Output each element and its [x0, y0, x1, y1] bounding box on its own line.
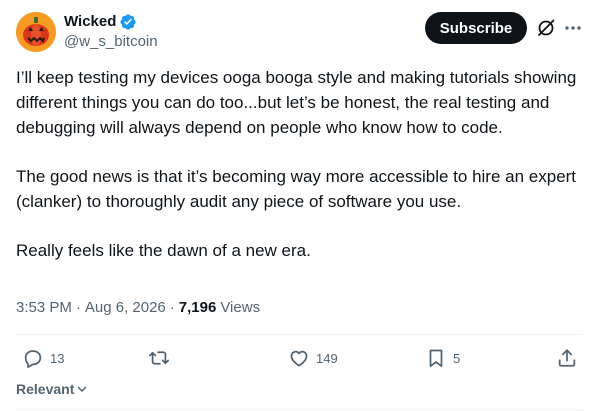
- display-name[interactable]: Wicked: [64, 12, 116, 32]
- author-handle[interactable]: @w_s_bitcoin: [64, 32, 158, 52]
- bookmark-button[interactable]: 5: [425, 345, 460, 371]
- post-date[interactable]: Aug 6, 2026: [85, 296, 166, 320]
- post-meta: 3:53 PM · Aug 6, 2026 · 7,196 Views: [16, 296, 260, 320]
- meta-separator: ·: [75, 299, 81, 316]
- author-name-row: Wicked: [64, 12, 137, 32]
- repost-button[interactable]: [148, 345, 170, 371]
- post-paragraph: The good news is that it’s becoming way …: [16, 167, 577, 211]
- sort-label: Relevant: [16, 381, 75, 397]
- heart-icon: [290, 350, 308, 367]
- like-button[interactable]: 149: [288, 345, 338, 371]
- chevron-down-icon: [78, 386, 87, 392]
- pumpkin-avatar-icon: [16, 12, 56, 52]
- like-count: 149: [316, 350, 338, 366]
- share-button[interactable]: [556, 345, 578, 371]
- post-text: I’ll keep testing my devices ooga booga …: [16, 65, 582, 263]
- views-count: 7,196: [178, 299, 217, 316]
- avatar[interactable]: [16, 12, 56, 52]
- verified-badge-icon: [119, 13, 137, 31]
- share-icon: [558, 349, 576, 367]
- bookmark-count: 5: [453, 350, 461, 366]
- reply-count: 13: [50, 350, 65, 366]
- divider: [16, 334, 582, 335]
- bookmark-icon: [429, 349, 443, 367]
- repost-icon: [148, 351, 170, 365]
- subscribe-button[interactable]: Subscribe: [425, 12, 527, 44]
- views-label: Views: [220, 299, 261, 316]
- sort-dropdown[interactable]: Relevant: [16, 379, 88, 399]
- reply-button[interactable]: 13: [22, 345, 64, 371]
- post-paragraph: I’ll keep testing my devices ooga booga …: [16, 68, 577, 137]
- slashed-circle-icon[interactable]: [535, 17, 557, 39]
- action-bar: 13 149 5: [0, 345, 598, 371]
- more-dots-icon[interactable]: [562, 17, 584, 39]
- meta-separator: ·: [169, 299, 175, 316]
- post-time[interactable]: 3:53 PM: [16, 296, 72, 320]
- post-paragraph: Really feels like the dawn of a new era.: [16, 241, 311, 260]
- reply-icon: [24, 350, 42, 368]
- post-card: Wicked @w_s_bitcoin Subscribe I’ll keep …: [0, 0, 598, 411]
- divider: [16, 409, 582, 410]
